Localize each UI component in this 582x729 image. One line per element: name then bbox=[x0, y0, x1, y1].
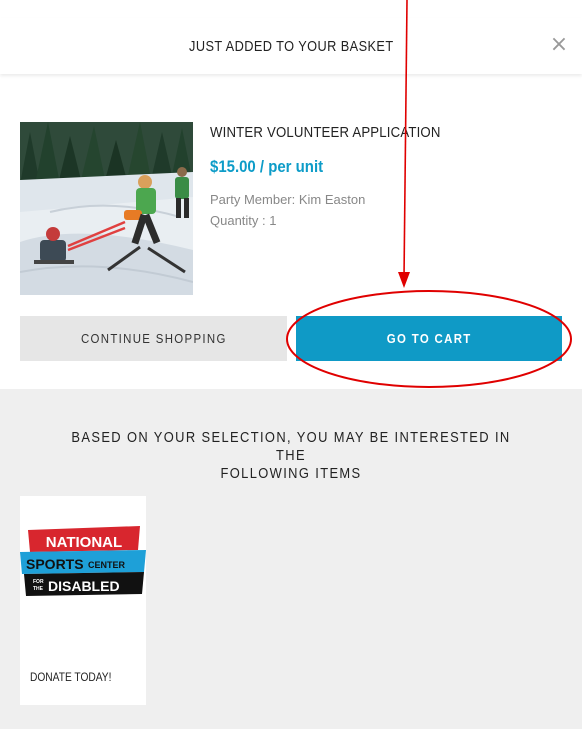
recommendations-heading-line2: FOLLOWING ITEMS bbox=[220, 465, 362, 482]
logo-line3-prefix-top: FOR bbox=[33, 579, 44, 585]
continue-shopping-button[interactable]: CONTINUE SHOPPING bbox=[20, 316, 287, 361]
product-info: WINTER VOLUNTEER APPLICATION $15.00 / pe… bbox=[210, 122, 550, 231]
modal-header: JUST ADDED TO YOUR BASKET × bbox=[0, 18, 582, 74]
product-name: WINTER VOLUNTEER APPLICATION bbox=[210, 124, 441, 141]
recommendation-card-label: DONATE TODAY! bbox=[30, 670, 112, 684]
recommendations-heading-line1: BASED ON YOUR SELECTION, YOU MAY BE INTE… bbox=[71, 429, 511, 464]
product-image bbox=[20, 122, 193, 295]
added-to-basket-modal: JUST ADDED TO YOUR BASKET × WINTER VOLUN… bbox=[0, 0, 582, 729]
product-meta: Party Member: Kim Easton Quantity : 1 bbox=[210, 189, 550, 231]
quantity: Quantity : 1 bbox=[210, 213, 277, 228]
logo-line2: SPORTS bbox=[26, 556, 84, 572]
recommendation-card-donate[interactable]: NATIONAL SPORTS CENTER FOR THE DISABLED … bbox=[20, 496, 146, 705]
continue-shopping-label: CONTINUE SHOPPING bbox=[80, 331, 227, 346]
product-price: $15.00 / per unit bbox=[210, 157, 324, 176]
logo-line3-prefix-bottom: THE bbox=[33, 586, 44, 592]
party-member: Party Member: Kim Easton bbox=[210, 192, 366, 207]
nscd-logo-image: NATIONAL SPORTS CENTER FOR THE DISABLED bbox=[20, 526, 146, 596]
go-to-cart-label: GO TO CART bbox=[386, 331, 472, 346]
logo-line1: NATIONAL bbox=[46, 534, 122, 551]
go-to-cart-button[interactable]: GO TO CART bbox=[296, 316, 562, 361]
added-product: WINTER VOLUNTEER APPLICATION $15.00 / pe… bbox=[20, 122, 560, 297]
recommendations-heading: BASED ON YOUR SELECTION, YOU MAY BE INTE… bbox=[30, 429, 552, 483]
ski-photo-image bbox=[20, 122, 193, 295]
close-icon[interactable]: × bbox=[548, 34, 570, 56]
modal-actions: CONTINUE SHOPPING GO TO CART bbox=[20, 316, 562, 361]
logo-line2-small: CENTER bbox=[88, 560, 126, 570]
modal-title: JUST ADDED TO YOUR BASKET bbox=[188, 37, 394, 55]
logo-line3: DISABLED bbox=[48, 578, 120, 594]
recommendations-section: BASED ON YOUR SELECTION, YOU MAY BE INTE… bbox=[0, 389, 582, 729]
